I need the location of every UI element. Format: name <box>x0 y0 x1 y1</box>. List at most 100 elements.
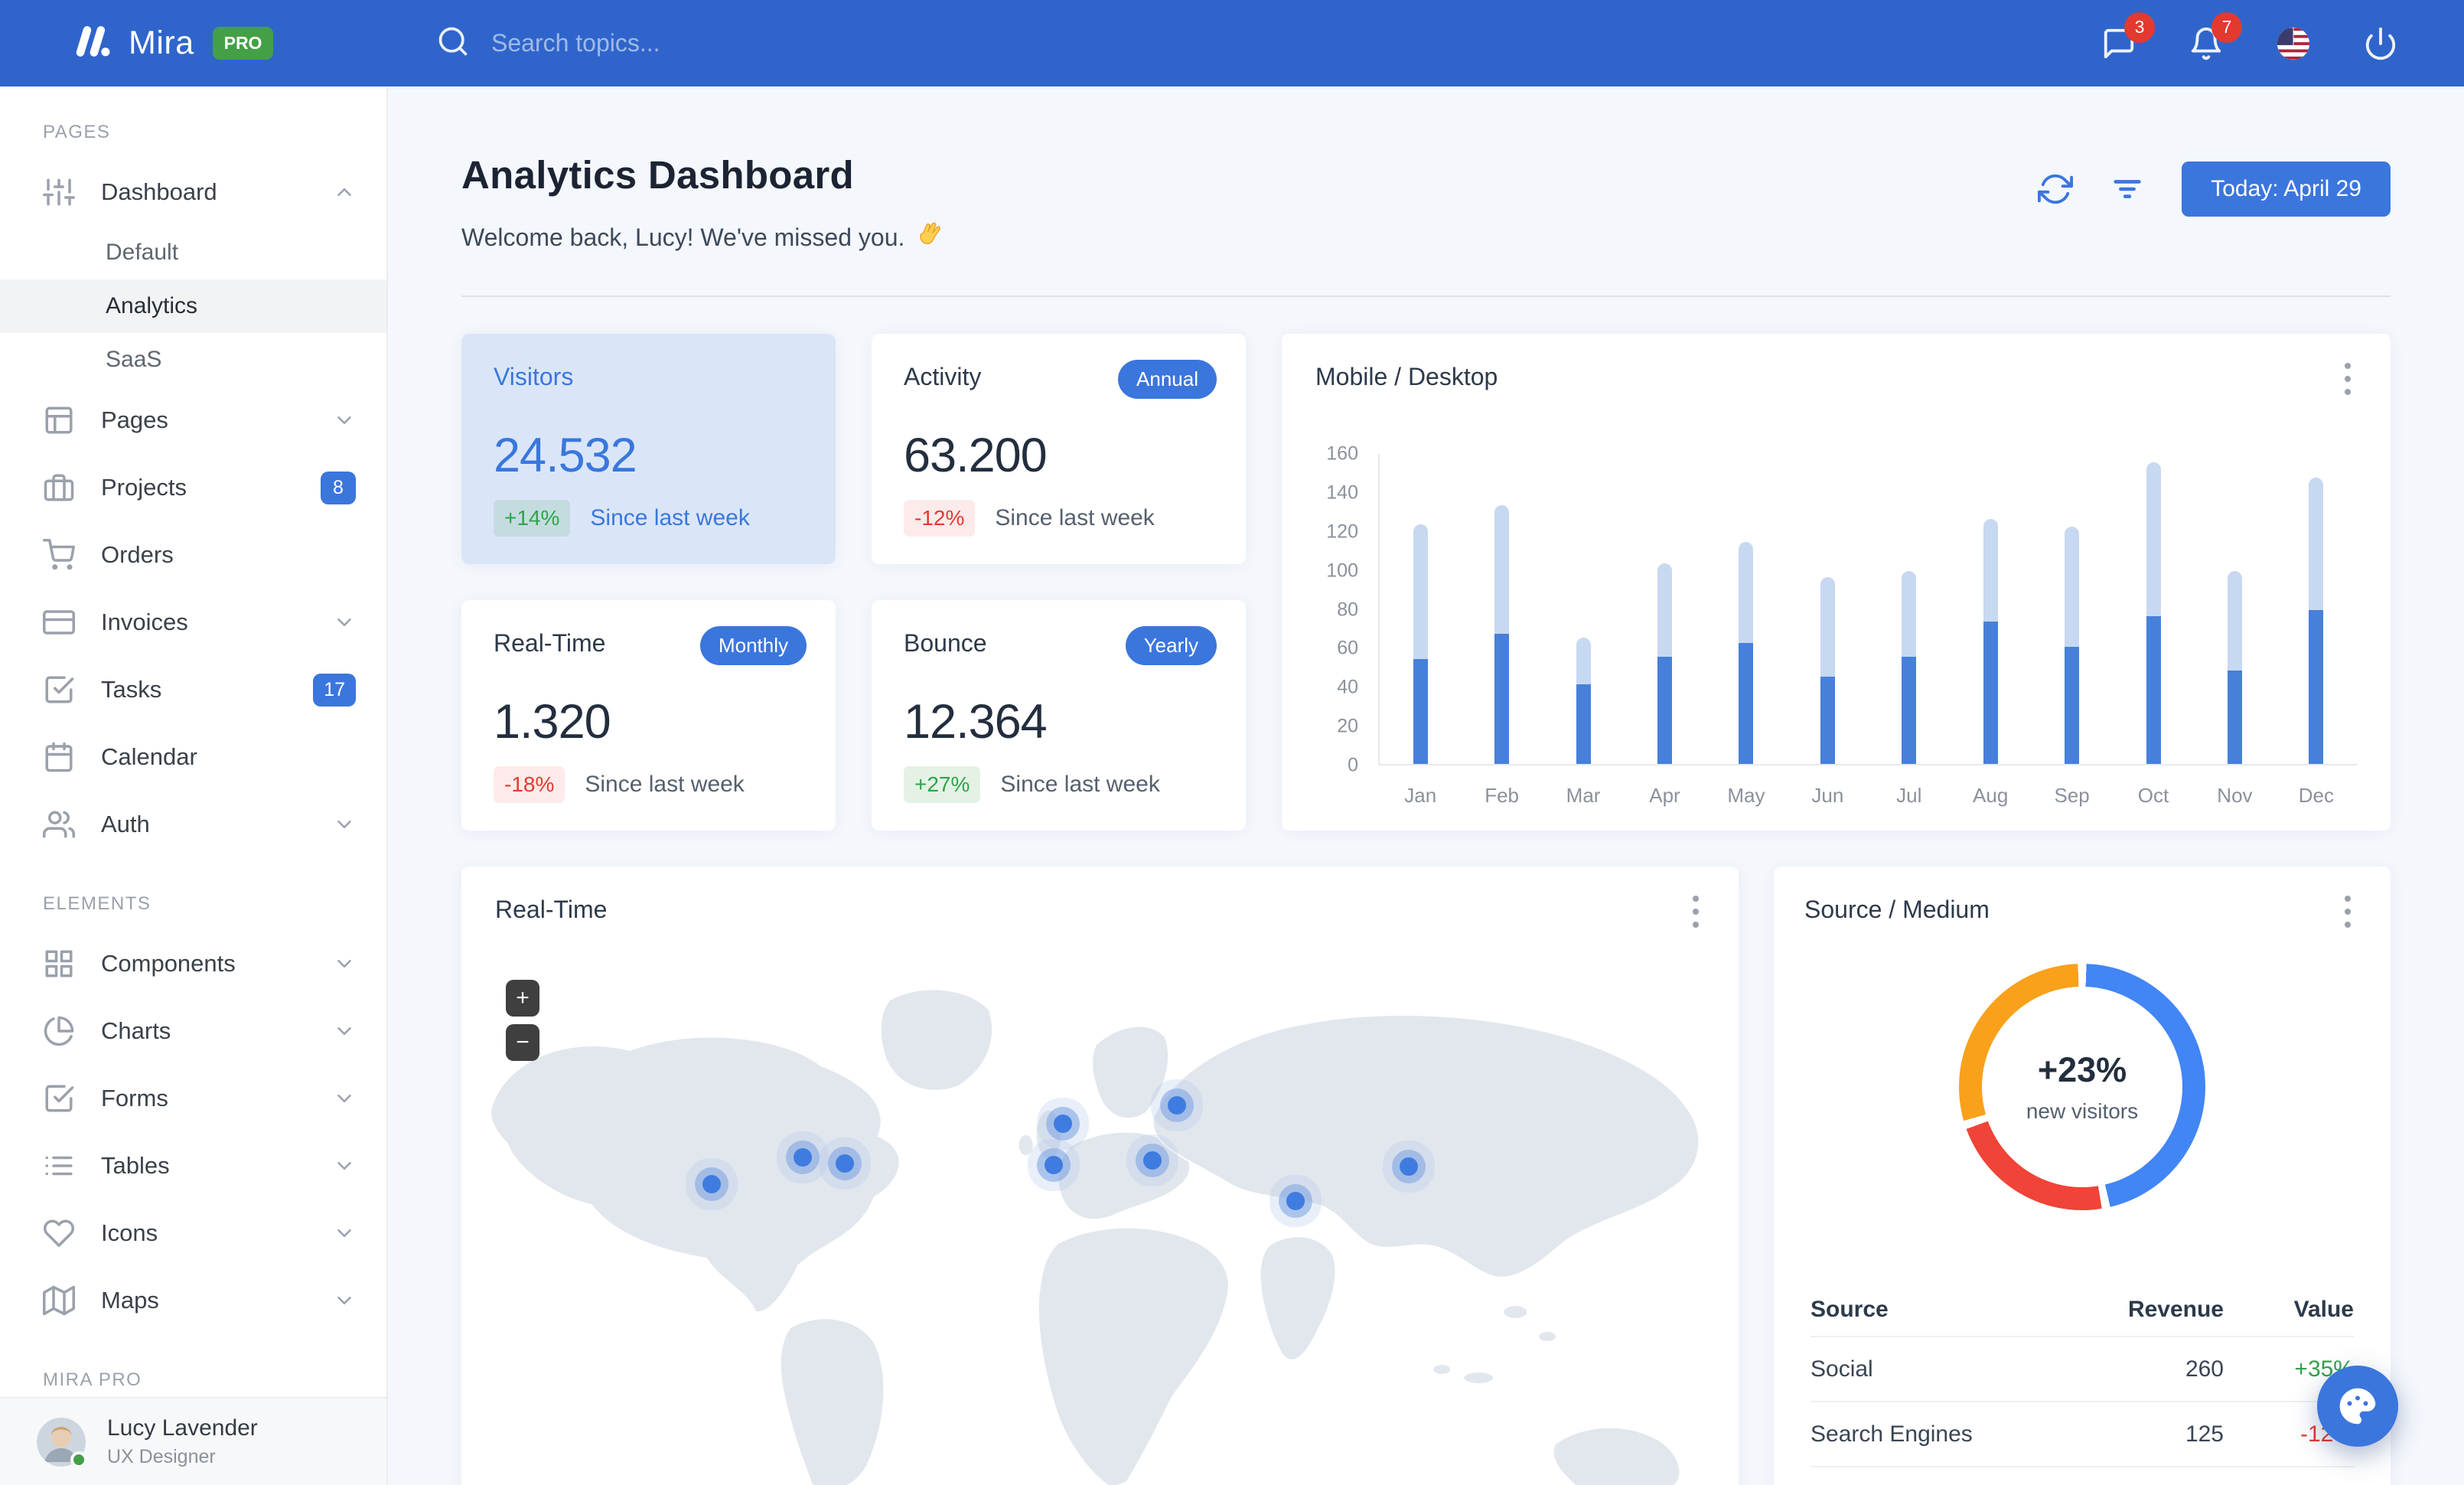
mira-logo-icon <box>70 21 110 65</box>
bar-segment-mobile <box>1494 633 1510 764</box>
sidebar-item-icons[interactable]: Icons <box>0 1199 386 1267</box>
y-tick-label: 80 <box>1337 599 1358 620</box>
y-tick-label: 160 <box>1326 442 1358 465</box>
bar-jul[interactable] <box>1902 571 1917 764</box>
power-button[interactable] <box>2361 24 2400 63</box>
sidebar-item-dashboard[interactable]: Dashboard <box>0 158 386 226</box>
sidebar-item-pages[interactable]: Pages <box>0 387 386 454</box>
sidebar-count-badge: 17 <box>313 673 356 707</box>
bar-slot-may <box>1706 454 1787 764</box>
today-button[interactable]: Today: April 29 <box>2182 162 2391 217</box>
sidebar-subitem-saas[interactable]: SaaS <box>0 333 386 387</box>
sidebar-item-tables[interactable]: Tables <box>0 1132 386 1199</box>
visitor-location-marker-5[interactable] <box>1167 1096 1186 1115</box>
sidebar-item-calendar[interactable]: Calendar <box>0 723 386 791</box>
visitor-location-marker-3[interactable] <box>835 1154 854 1173</box>
bar-jun[interactable] <box>1820 576 1835 764</box>
chevron-down-icon <box>337 1229 351 1237</box>
sidebar-item-label: Pages <box>101 406 168 433</box>
sidebar-item-maps[interactable]: Maps <box>0 1267 386 1334</box>
sidebar-item-tasks[interactable]: Tasks 17 <box>0 656 386 723</box>
notifications-button[interactable]: 7 <box>2187 11 2242 63</box>
visitor-location-marker-9[interactable] <box>1400 1157 1419 1176</box>
app-root: Mira PRO 3 7 <box>0 0 2464 1485</box>
top-navbar: Mira PRO 3 7 <box>0 0 2464 86</box>
stat-card-real-time: Real-Time Monthly 1.320 -18% Since last … <box>461 600 836 831</box>
sidebar-item-auth[interactable]: Auth <box>0 791 386 858</box>
sidebar-subitem-default[interactable]: Default <box>0 226 386 279</box>
more-menu-icon[interactable] <box>1680 894 1711 929</box>
credit-card-icon <box>43 610 75 635</box>
y-tick-label: 40 <box>1337 676 1358 698</box>
bar-feb[interactable] <box>1494 504 1510 764</box>
shopping-cart-icon <box>43 539 75 570</box>
source-row-search-engines: Search Engines 125 -12% <box>1811 1402 2354 1467</box>
world-map-graphic <box>490 988 1700 1485</box>
visitor-location-marker-8[interactable] <box>1286 1191 1305 1210</box>
visitor-location-marker-1[interactable] <box>702 1175 722 1194</box>
visitor-location-marker-2[interactable] <box>793 1148 812 1167</box>
month-label-may: May <box>1727 784 1765 807</box>
stat-cards: Visitors 24.532 +14% Since last week Act… <box>461 334 1246 831</box>
donut-center: +23% new visitors <box>1982 987 2182 1187</box>
bar-segment-mobile <box>1902 657 1917 764</box>
sidebar-item-forms[interactable]: Forms <box>0 1065 386 1132</box>
bar-nov[interactable] <box>2227 571 2242 764</box>
bar-oct[interactable] <box>2146 462 2161 764</box>
search-input[interactable] <box>491 29 1027 57</box>
refresh-icon[interactable] <box>2038 171 2074 207</box>
visitor-location-marker-6[interactable] <box>1045 1155 1064 1174</box>
bar-may[interactable] <box>1739 542 1754 764</box>
sidebar-item-components[interactable]: Components <box>0 930 386 997</box>
real-time-map-card: Real-Time + − <box>461 867 1739 1485</box>
sidebar-item-label: Tables <box>101 1152 170 1179</box>
navbar-search <box>436 24 2100 62</box>
sidebar-user[interactable]: Lucy Lavender UX Designer <box>0 1397 386 1485</box>
visitor-location-marker-7[interactable] <box>1142 1151 1162 1170</box>
sidebar-item-label: Calendar <box>101 743 197 770</box>
form-check-icon <box>43 1082 75 1115</box>
month-label-apr: Apr <box>1649 784 1680 807</box>
sidebar-section-header-mira-pro: MIRA PRO <box>43 1369 142 1390</box>
bar-segment-mobile <box>1657 657 1672 764</box>
bar-jan[interactable] <box>1413 524 1428 764</box>
chevron-up-icon <box>337 188 351 196</box>
bar-apr[interactable] <box>1657 563 1672 764</box>
stat-caption: Since last week <box>1000 772 1160 797</box>
bar-mar[interactable] <box>1576 637 1591 764</box>
sidebar-subitem-analytics[interactable]: Analytics <box>0 279 386 333</box>
zoom-out-button[interactable]: − <box>506 1024 539 1061</box>
more-menu-icon[interactable] <box>2332 361 2363 397</box>
sidebar-item-label: Forms <box>101 1085 168 1111</box>
chevron-up-icon <box>333 181 356 204</box>
bar-dec[interactable] <box>2309 478 2324 764</box>
sliders-icon <box>43 176 75 208</box>
bar-segment-desktop <box>2309 478 2324 611</box>
language-flag-button[interactable] <box>2274 24 2312 63</box>
bar-aug[interactable] <box>1983 518 1998 764</box>
sidebar-section-header-pages: PAGES <box>43 122 111 142</box>
sidebar-item-invoices[interactable]: Invoices <box>0 589 386 656</box>
y-tick-label: 120 <box>1326 521 1358 543</box>
zoom-in-button[interactable]: + <box>506 980 539 1017</box>
brand[interactable]: Mira PRO <box>0 21 383 65</box>
sidebar-item-charts[interactable]: Charts <box>0 997 386 1065</box>
donut-chart[interactable]: +23% new visitors <box>1959 964 2205 1210</box>
visitor-location-marker-4[interactable] <box>1054 1115 1073 1133</box>
stat-caption: Since last week <box>590 505 750 530</box>
bar-segment-mobile <box>1413 658 1428 764</box>
messages-button[interactable]: 3 <box>2100 11 2155 63</box>
month-label-feb: Feb <box>1485 784 1520 807</box>
brand-name: Mira <box>129 24 194 61</box>
chevron-down-icon <box>337 1027 351 1035</box>
more-menu-icon[interactable] <box>2332 894 2363 929</box>
sidebar-item-orders[interactable]: Orders <box>0 521 386 589</box>
bar-sep[interactable] <box>2065 526 2080 764</box>
filter-icon[interactable] <box>2110 171 2145 207</box>
sidebar-item-label: Charts <box>101 1017 171 1044</box>
sidebar-item-label: Tasks <box>101 676 162 703</box>
chevron-down-icon <box>333 813 356 836</box>
sidebar-item-projects[interactable]: Projects 8 <box>0 454 386 521</box>
theme-settings-fab[interactable] <box>2317 1366 2398 1447</box>
chevron-down-icon <box>337 618 351 626</box>
